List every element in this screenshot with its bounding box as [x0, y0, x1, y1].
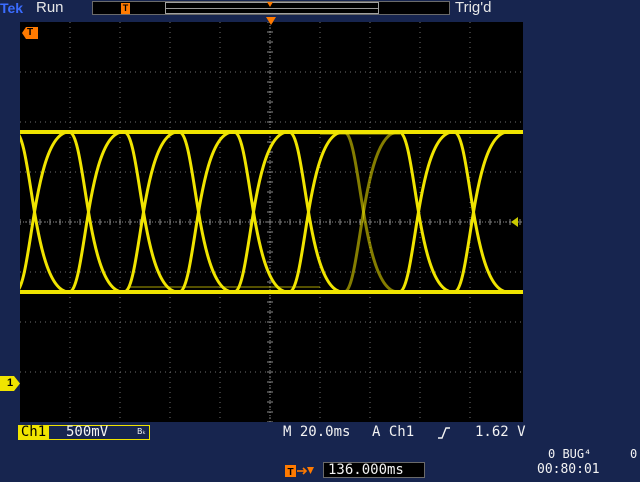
trace-segment	[178, 130, 234, 294]
clock-readout: 00:80:01	[537, 462, 600, 477]
trace-segment	[178, 130, 234, 294]
trace-segment	[20, 130, 70, 290]
counter-readout-2: 0	[630, 447, 638, 461]
trigger-level: 1.62 V	[475, 424, 526, 440]
trace-segment	[453, 130, 509, 294]
trigger-mode: A	[372, 424, 381, 440]
trace-segment	[343, 130, 399, 294]
trace-segment	[68, 130, 124, 294]
trace-segment	[343, 130, 399, 294]
trace-segment	[288, 130, 344, 294]
trace-segment	[288, 130, 344, 294]
timebase: M 20.0ms	[283, 424, 351, 440]
horizontal-delay-value[interactable]: 136.000ms	[323, 462, 425, 478]
ch1-label[interactable]: Ch1	[18, 425, 49, 440]
rising-edge-icon	[437, 426, 451, 444]
trigger-channel: Ch1	[388, 424, 415, 440]
trace-segment	[398, 130, 454, 294]
svg-text:T: T	[287, 467, 293, 478]
trace-segment	[453, 130, 509, 294]
trigger-position-marker: T	[121, 3, 130, 14]
trigger-status: Trig'd	[455, 0, 492, 16]
ch1-volts-per-div: 500mV	[66, 424, 109, 440]
bandwidth-limit-icon: Bₖ	[137, 427, 146, 436]
trace-segment	[20, 134, 70, 294]
delay-icon: T	[285, 463, 315, 478]
run-status: Run	[36, 0, 64, 16]
counter-readout: 0 BUG⁴	[548, 447, 592, 461]
trigger-source: A Ch1	[372, 425, 414, 440]
waveform-display	[20, 22, 523, 422]
trace-segment	[233, 130, 289, 294]
trigger-top-arrow-icon	[267, 2, 273, 7]
graticule	[20, 22, 523, 422]
ch1-ground-marker: 1	[0, 376, 20, 391]
trace-segment	[68, 130, 124, 294]
trigger-level-marker-icon	[511, 217, 518, 227]
brand-logo: Tek	[0, 0, 24, 16]
trace-segment	[398, 130, 454, 294]
trigger-time-arrow-icon	[266, 17, 276, 25]
trace-segment	[233, 130, 289, 294]
